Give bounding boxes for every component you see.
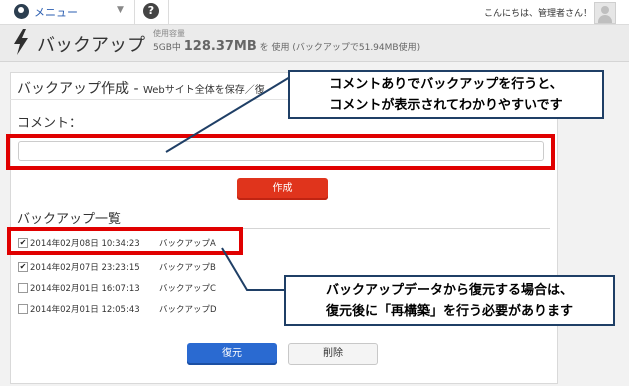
callout-text: 復元後に「再構築」を行う必要があります [325,304,573,319]
callout-text: コメントが表示されてわかりやすいです [329,98,563,113]
restore-callout: バックアップデータから復元する場合は、 復元後に「再構築」を行う必要があります [284,275,615,326]
callout-text: コメントありでバックアップを行うと、 [329,77,563,92]
comment-callout-pointer [165,76,291,153]
restore-callout-pointer [221,247,284,291]
callout-pointers [165,76,291,291]
comment-callout: コメントありでバックアップを行うと、 コメントが表示されてわかりやすいです [288,70,604,119]
callout-text: バックアップデータから復元する場合は、 [325,283,573,298]
